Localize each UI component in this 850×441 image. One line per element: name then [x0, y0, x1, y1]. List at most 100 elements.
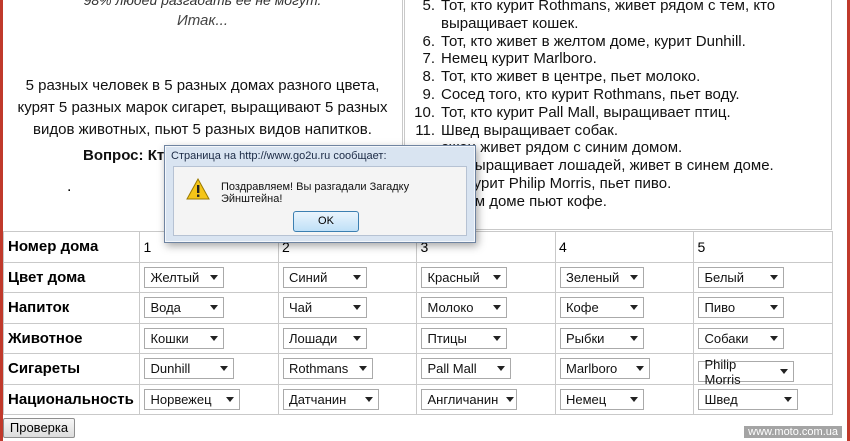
house-select[interactable]: Собаки: [698, 327, 785, 349]
clue-item: 10. Тот, кто курит Pall Mall, выращивает …: [405, 104, 775, 122]
chevron-down-icon: [506, 396, 515, 402]
house-select[interactable]: Молоко: [421, 297, 508, 319]
clue-number: 9.: [422, 85, 435, 103]
house-number: 5: [693, 231, 833, 263]
grid-cell: Желтый: [139, 261, 279, 293]
grid-row: Сигареты Dunhill Rothmans Pall Mall Marlboro…: [2, 353, 833, 387]
chevron-down-icon: [210, 335, 219, 341]
clue-text: кто выращивает лошадей, живет в синем до…: [441, 157, 774, 175]
clue-text: Сосед того, кто курит Rothmans, пьет вод…: [441, 85, 740, 103]
house-select[interactable]: Пиво: [698, 297, 785, 319]
clue-item: 6. Тот, кто живет в желтом доме, курит Du…: [405, 33, 775, 51]
chevron-down-icon: [770, 274, 779, 280]
house-select[interactable]: Marlboro: [559, 358, 650, 380]
house-select[interactable]: Желтый: [144, 266, 225, 288]
chevron-down-icon: [629, 274, 638, 280]
chevron-down-icon: [493, 274, 502, 280]
house-select[interactable]: Синий: [282, 266, 367, 288]
row-label: Сигареты: [2, 353, 141, 385]
chevron-down-icon: [352, 305, 361, 311]
grid-cell: Dunhill: [139, 353, 279, 385]
select-value: Рыбки: [565, 330, 605, 346]
check-button[interactable]: Проверка: [3, 418, 75, 438]
grid-cell: Молоко: [416, 292, 556, 324]
house-select[interactable]: Лошади: [282, 327, 367, 349]
grid-cell: Marlboro: [554, 353, 695, 385]
chevron-down-icon: [784, 396, 793, 402]
chevron-down-icon: [493, 335, 502, 341]
select-value: Pall Mall: [427, 361, 477, 377]
chevron-down-icon: [770, 335, 779, 341]
grid-cell: Красный: [416, 261, 556, 293]
row-label: Цвет дома: [2, 261, 141, 293]
select-value: Птицы: [427, 330, 467, 346]
grid-cell: Кошки: [139, 322, 279, 354]
row-label-house-number: Номер дома: [2, 231, 141, 263]
select-value: Rothmans: [288, 361, 349, 377]
grid-cell: Швед: [693, 383, 833, 415]
grid-cell: Рыбки: [554, 322, 695, 354]
select-value: Лошади: [288, 330, 338, 346]
house-select[interactable]: Красный: [421, 266, 508, 288]
clue-number: 8.: [422, 68, 435, 86]
clue-text: выращивает кошек.: [441, 14, 579, 32]
house-select[interactable]: Philip Morris: [698, 357, 795, 387]
house-select[interactable]: Англичанин: [421, 388, 518, 410]
house-select[interactable]: Dunhill: [144, 358, 235, 380]
clue-text: Тот, кто курит Rothmans, живет рядом с т…: [441, 0, 776, 14]
clue-number: 11.: [415, 121, 435, 139]
house-select[interactable]: Кофе: [559, 297, 644, 319]
house-select[interactable]: Белый: [698, 266, 785, 288]
select-value: Dunhill: [150, 361, 191, 377]
house-select[interactable]: Швед: [698, 388, 799, 410]
select-value: Датчанин: [288, 391, 347, 407]
grid-cell: Кофе: [554, 292, 695, 324]
chevron-down-icon: [352, 274, 361, 280]
clue-text: Тот, кто живет в центре, пьет молоко.: [441, 68, 701, 86]
clue-number: 6.: [422, 32, 435, 50]
clue-item: 9. Сосед того, кто курит Rothmans, пьет в…: [405, 86, 775, 104]
row-label: Животное: [2, 322, 141, 354]
house-select[interactable]: Кошки: [144, 327, 225, 349]
intro-cut-line: 98% людей разгадать ее не могут.: [83, 0, 322, 8]
house-select[interactable]: Rothmans: [282, 358, 373, 380]
chevron-down-icon: [210, 274, 219, 280]
chevron-down-icon: [629, 305, 638, 311]
select-value: Кофе: [565, 300, 599, 316]
row-label: Напиток: [2, 292, 141, 324]
grid-cell: Зеленый: [554, 261, 695, 293]
grid-cell: Вода: [139, 292, 279, 324]
house-select[interactable]: Pall Mall: [421, 358, 512, 380]
grid-cell: Philip Morris: [693, 353, 833, 387]
grid-row: Цвет дома Желтый Синий Красный Зеленый Белый: [2, 261, 833, 293]
grid-row: Национальность Норвежец Датчанин Англичанин…: [2, 383, 833, 415]
house-select[interactable]: Птицы: [421, 327, 508, 349]
watermark: www.moto.com.ua: [744, 426, 842, 438]
house-select[interactable]: Немец: [559, 388, 644, 410]
chevron-down-icon: [629, 335, 638, 341]
grid-cell: Собаки: [693, 322, 833, 354]
house-select[interactable]: Рыбки: [559, 327, 644, 349]
ok-button[interactable]: OK: [293, 211, 359, 232]
grid-cell: Чай: [277, 292, 418, 324]
house-select[interactable]: Зеленый: [559, 266, 644, 288]
intro-description: 5 разных человек в 5 разных домах разног…: [17, 77, 388, 138]
house-select[interactable]: Вода: [144, 297, 225, 319]
select-value: Норвежец: [150, 391, 212, 407]
warning-icon: [186, 178, 210, 200]
clue-text: Швед выращивает собак.: [441, 121, 618, 139]
dialog-message: Поздравляем! Вы разгадали Загадку Эйнште…: [221, 181, 410, 205]
select-value: Немец: [565, 391, 607, 407]
dialog-title: Страница на http://www.go2u.ru сообщает:: [171, 150, 387, 162]
grid-row: Животное Кошки Лошади Птицы Рыбки Собаки: [2, 322, 833, 354]
house-select[interactable]: Датчанин: [282, 388, 379, 410]
select-value: Белый: [704, 269, 745, 285]
grid-cell: Датчанин: [277, 383, 418, 415]
house-select[interactable]: Норвежец: [144, 388, 241, 410]
house-select[interactable]: Чай: [282, 297, 367, 319]
chevron-down-icon: [358, 366, 367, 372]
chevron-down-icon: [629, 396, 638, 402]
clue-text: Немец курит Marlboro.: [441, 50, 597, 68]
grid-cell: Пиво: [693, 292, 833, 324]
select-value: Швед: [704, 391, 738, 407]
